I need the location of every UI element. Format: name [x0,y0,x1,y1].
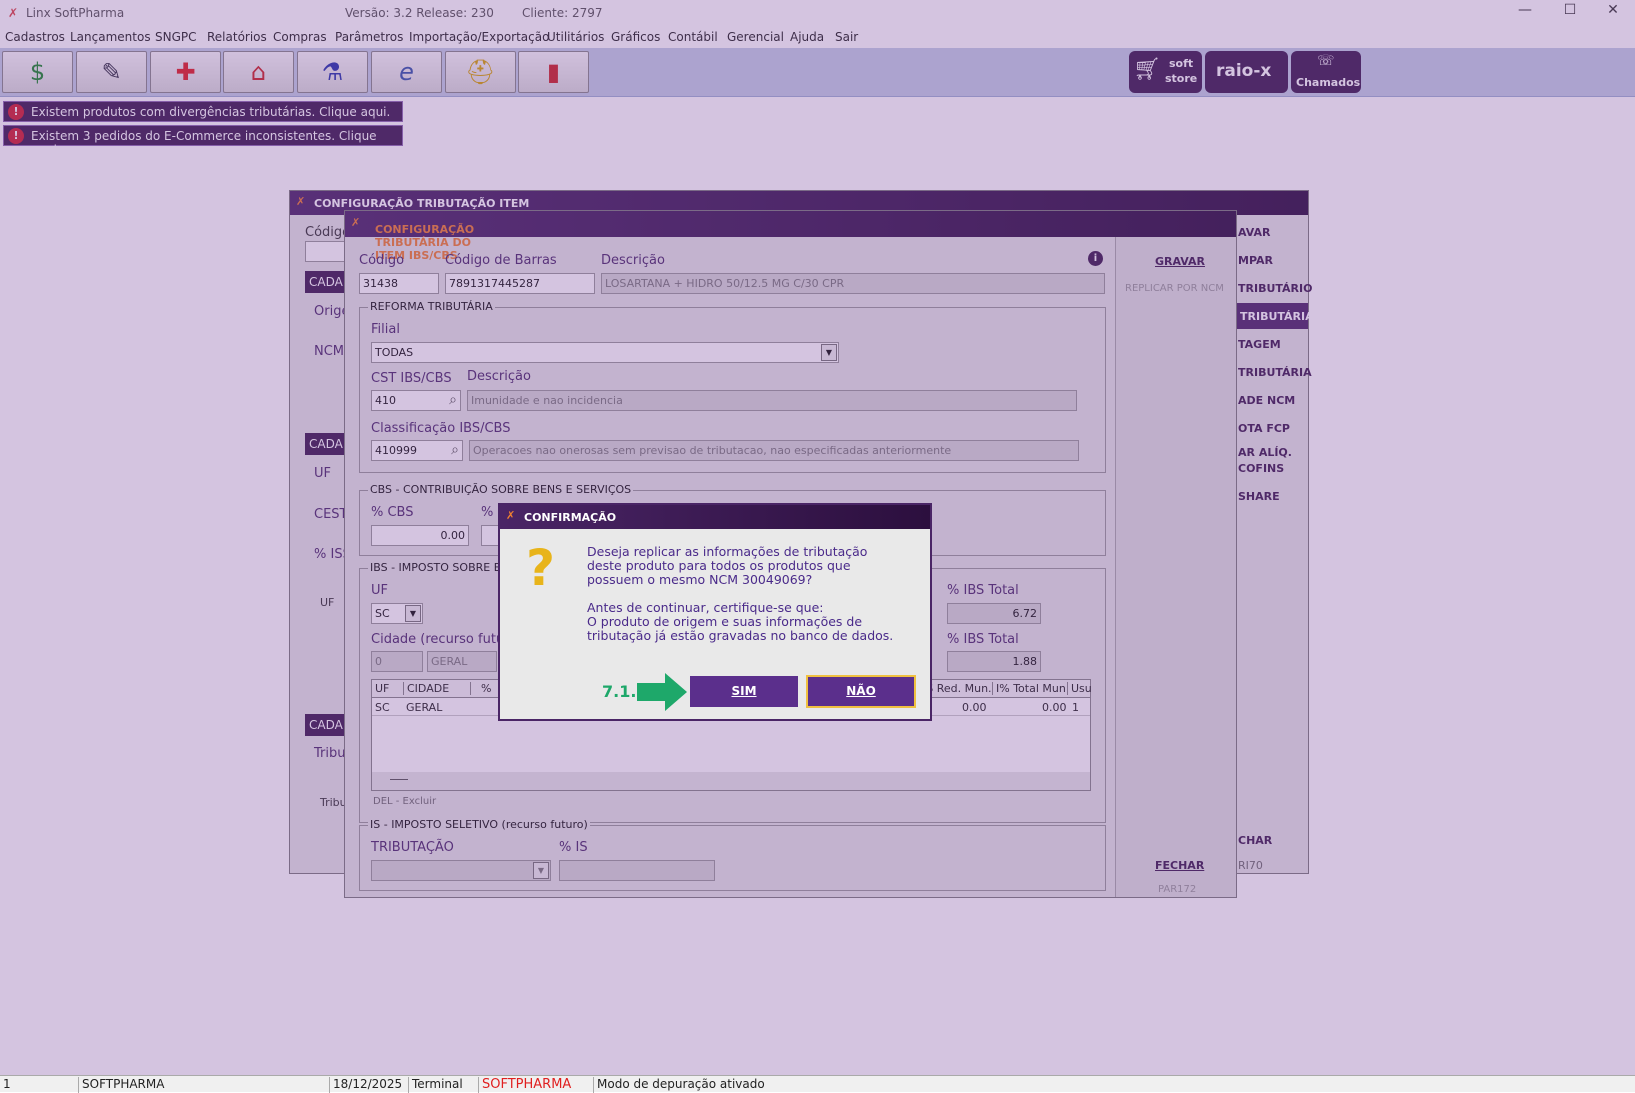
dialog-title: CONFIRMAÇÃO [524,511,617,524]
step-label: 7.1. [602,682,637,701]
status-bar: 1 SOFTPHARMA 18/12/2025 Terminal SOFTPHA… [0,1075,1635,1093]
status-number: 1 [3,1077,11,1091]
question-icon: ? [526,539,556,597]
green-arrow-icon [637,673,687,711]
linx-logo-icon: ✗ [506,509,516,522]
nao-button[interactable]: NÃO [806,675,916,708]
status-terminal: Terminal [408,1077,463,1093]
status-mode: Modo de depuração ativado [593,1077,765,1093]
status-brand: SOFTPHARMA [478,1077,571,1093]
dialog-message: Deseja replicar as informações de tribut… [587,544,894,643]
confirmation-dialog: ✗ CONFIRMAÇÃO ? Deseja replicar as infor… [498,503,932,721]
sim-button[interactable]: SIM [690,676,798,707]
status-company: SOFTPHARMA [78,1077,164,1093]
status-date: 18/12/2025 [329,1077,402,1093]
dialog-header: ✗ CONFIRMAÇÃO [500,505,930,529]
